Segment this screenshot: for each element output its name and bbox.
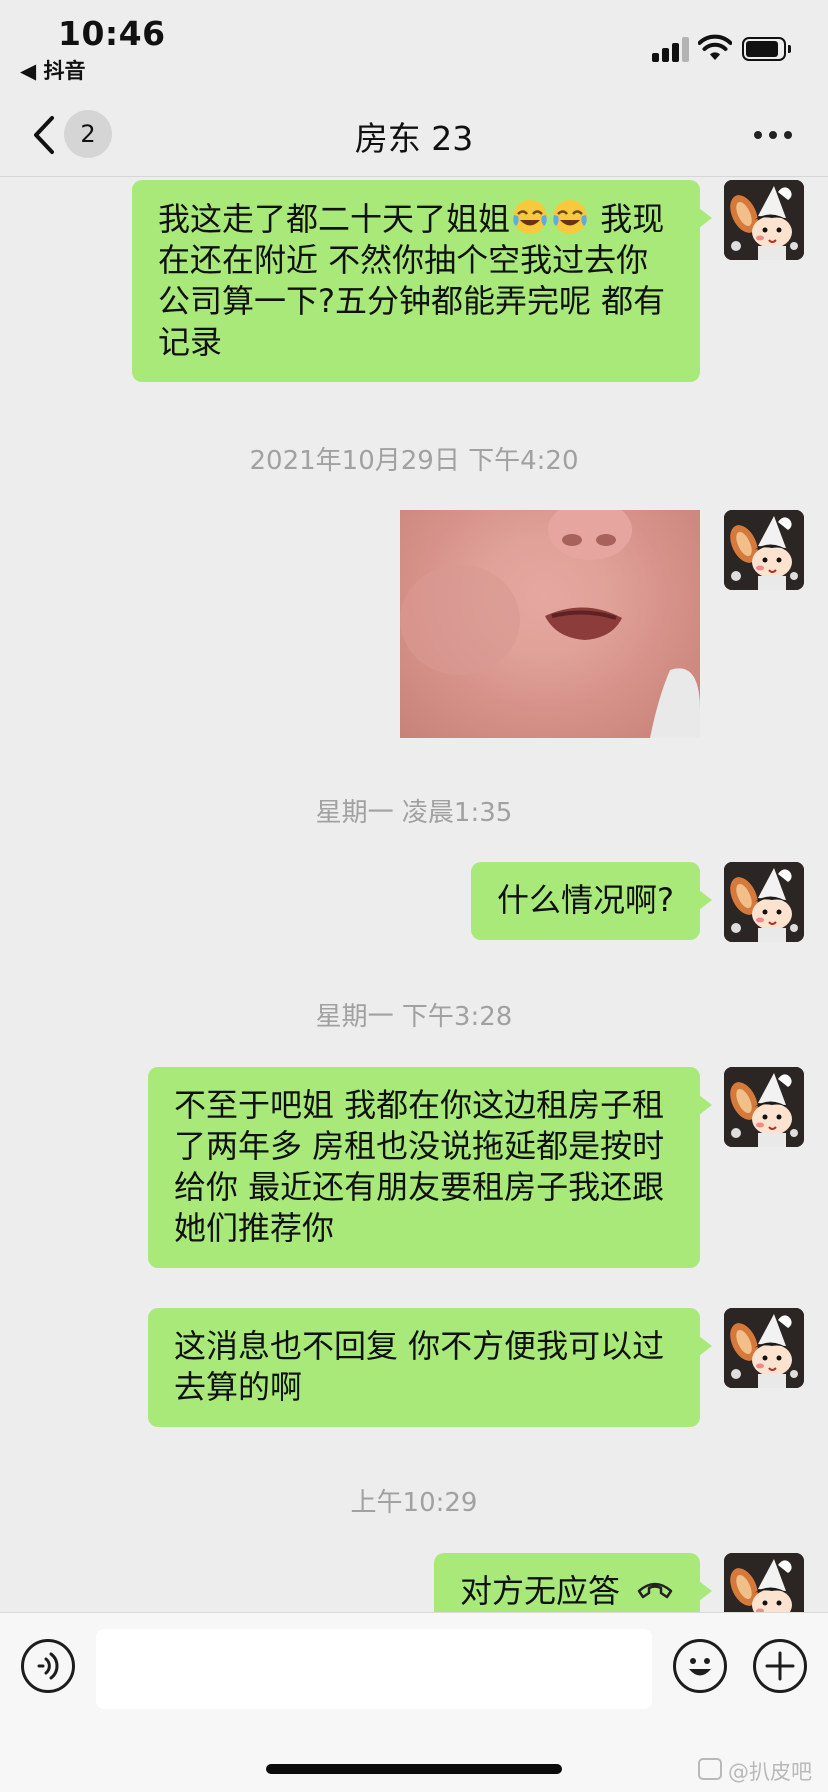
status-time: 10:46	[58, 14, 166, 53]
message-row: 这消息也不回复 你不方便我可以过去算的啊	[148, 1308, 804, 1427]
user-avatar[interactable]	[724, 510, 804, 590]
chat-title: 房东 23	[354, 119, 474, 158]
phone-hangup-icon	[637, 1582, 673, 1599]
user-avatar[interactable]	[724, 1067, 804, 1147]
more-functions-plus-icon[interactable]	[753, 1639, 807, 1693]
cellular-signal-icon	[652, 36, 692, 62]
home-indicator[interactable]	[266, 1764, 562, 1774]
message-bubble[interactable]: 不至于吧姐 我都在你这边租房子租了两年多 房租也没说拖延都是按时给你 最近还有朋…	[148, 1067, 712, 1268]
back-to-app-link[interactable]: ◀ 抖音	[20, 55, 85, 85]
status-bar: 10:46 ◀ 抖音	[0, 0, 828, 100]
emoji-picker-icon[interactable]	[673, 1639, 727, 1693]
message-row: 不至于吧姐 我都在你这边租房子租了两年多 房租也没说拖延都是按时给你 最近还有朋…	[148, 1067, 804, 1268]
baby-face-photo[interactable]	[400, 510, 700, 738]
voice-input-icon[interactable]	[21, 1639, 75, 1693]
message-row: 什么情况啊?	[471, 862, 804, 942]
call-status-text: 对方无应答	[459, 1572, 620, 1610]
message-row: 我这走了都二十天了姐姐 我现在还在附近 不然你抽个空我过去你公司算一下?五分钟都…	[132, 180, 804, 382]
message-text: 这消息也不回复 你不方便我可以过去算的啊	[174, 1327, 665, 1406]
watermark: @扒皮吧	[728, 1760, 812, 1784]
watermark-logo-icon	[698, 1758, 722, 1780]
message-input[interactable]	[96, 1629, 652, 1709]
face-with-tears-of-joy-icon	[553, 200, 588, 234]
more-options-icon[interactable]	[748, 120, 798, 150]
user-avatar[interactable]	[724, 1308, 804, 1388]
wifi-icon	[698, 34, 732, 60]
message-text: 不至于吧姐 我都在你这边租房子租了两年多 房租也没说拖延都是按时给你 最近还有朋…	[174, 1086, 665, 1247]
user-avatar[interactable]	[724, 862, 804, 942]
message-bubble[interactable]: 我这走了都二十天了姐姐 我现在还在附近 不然你抽个空我过去你公司算一下?五分钟都…	[132, 180, 712, 382]
user-avatar[interactable]	[724, 180, 804, 260]
timestamp: 上午10:29	[350, 1488, 478, 1518]
message-text: 什么情况啊?	[497, 881, 674, 919]
message-bubble[interactable]: 这消息也不回复 你不方便我可以过去算的啊	[148, 1308, 712, 1427]
timestamp: 星期一 下午3:28	[315, 1002, 513, 1032]
battery-icon	[742, 37, 791, 61]
message-bubble[interactable]: 什么情况啊?	[471, 862, 712, 940]
message-row	[400, 510, 804, 738]
face-with-tears-of-joy-icon	[513, 200, 548, 234]
chat-header: 2 房东 23	[0, 100, 828, 177]
message-text: 我这走了都二十天了姐姐	[158, 200, 511, 238]
timestamp: 2021年10月29日 下午4:20	[249, 446, 579, 476]
timestamp: 星期一 凌晨1:35	[315, 798, 513, 828]
